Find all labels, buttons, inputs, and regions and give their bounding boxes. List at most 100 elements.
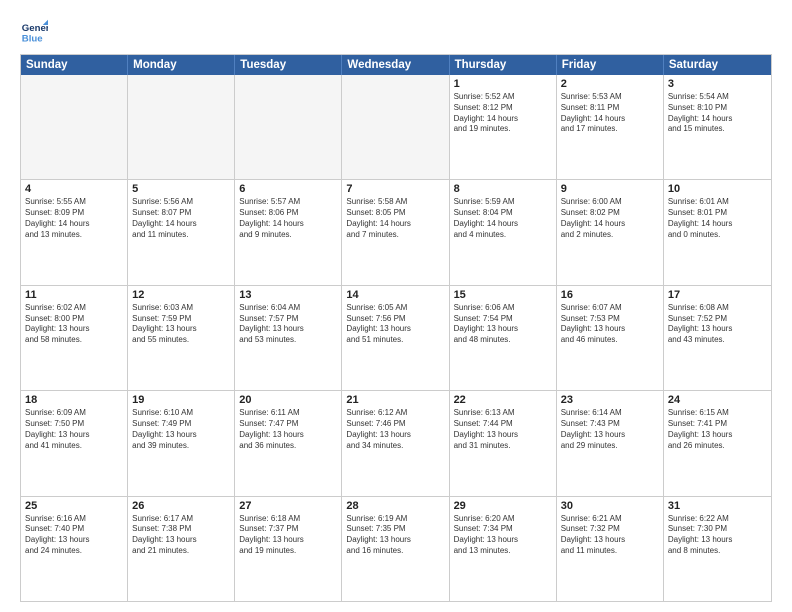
header-day-thursday: Thursday (450, 55, 557, 75)
day-cell-23: 23Sunrise: 6:14 AMSunset: 7:43 PMDayligh… (557, 391, 664, 495)
cell-text-line-2: Daylight: 14 hours (561, 114, 659, 125)
cell-text-line-2: Daylight: 13 hours (561, 535, 659, 546)
cell-text-line-2: Daylight: 13 hours (668, 324, 767, 335)
day-cell-30: 30Sunrise: 6:21 AMSunset: 7:32 PMDayligh… (557, 497, 664, 601)
cell-text-line-3: and 36 minutes. (239, 441, 337, 452)
cell-text-line-0: Sunrise: 5:59 AM (454, 197, 552, 208)
cell-text-line-1: Sunset: 7:43 PM (561, 419, 659, 430)
cell-text-line-0: Sunrise: 6:02 AM (25, 303, 123, 314)
logo-icon: General Blue (20, 18, 48, 46)
day-cell-18: 18Sunrise: 6:09 AMSunset: 7:50 PMDayligh… (21, 391, 128, 495)
cell-text-line-1: Sunset: 8:07 PM (132, 208, 230, 219)
day-number: 20 (239, 394, 337, 406)
day-number: 9 (561, 183, 659, 195)
cell-text-line-2: Daylight: 13 hours (132, 430, 230, 441)
day-cell-8: 8Sunrise: 5:59 AMSunset: 8:04 PMDaylight… (450, 180, 557, 284)
cell-text-line-2: Daylight: 13 hours (132, 324, 230, 335)
day-cell-29: 29Sunrise: 6:20 AMSunset: 7:34 PMDayligh… (450, 497, 557, 601)
cell-text-line-3: and 2 minutes. (561, 230, 659, 241)
cell-text-line-3: and 55 minutes. (132, 335, 230, 346)
cell-text-line-2: Daylight: 14 hours (561, 219, 659, 230)
cell-text-line-3: and 11 minutes. (561, 546, 659, 557)
cell-text-line-3: and 46 minutes. (561, 335, 659, 346)
day-cell-17: 17Sunrise: 6:08 AMSunset: 7:52 PMDayligh… (664, 286, 771, 390)
cell-text-line-0: Sunrise: 5:53 AM (561, 92, 659, 103)
day-number: 12 (132, 289, 230, 301)
cell-text-line-2: Daylight: 13 hours (346, 430, 444, 441)
day-number: 10 (668, 183, 767, 195)
cell-text-line-1: Sunset: 7:40 PM (25, 524, 123, 535)
cell-text-line-3: and 51 minutes. (346, 335, 444, 346)
cell-text-line-1: Sunset: 8:00 PM (25, 314, 123, 325)
cell-text-line-0: Sunrise: 6:21 AM (561, 514, 659, 525)
cell-text-line-0: Sunrise: 6:13 AM (454, 408, 552, 419)
cell-text-line-0: Sunrise: 5:52 AM (454, 92, 552, 103)
day-cell-19: 19Sunrise: 6:10 AMSunset: 7:49 PMDayligh… (128, 391, 235, 495)
cell-text-line-2: Daylight: 13 hours (561, 430, 659, 441)
cell-text-line-3: and 41 minutes. (25, 441, 123, 452)
cell-text-line-1: Sunset: 8:04 PM (454, 208, 552, 219)
cell-text-line-0: Sunrise: 6:06 AM (454, 303, 552, 314)
empty-cell (21, 75, 128, 179)
cell-text-line-0: Sunrise: 6:05 AM (346, 303, 444, 314)
cell-text-line-1: Sunset: 7:34 PM (454, 524, 552, 535)
day-cell-6: 6Sunrise: 5:57 AMSunset: 8:06 PMDaylight… (235, 180, 342, 284)
cell-text-line-2: Daylight: 13 hours (346, 535, 444, 546)
cell-text-line-1: Sunset: 7:52 PM (668, 314, 767, 325)
day-number: 21 (346, 394, 444, 406)
cell-text-line-1: Sunset: 7:50 PM (25, 419, 123, 430)
cell-text-line-2: Daylight: 13 hours (132, 535, 230, 546)
day-number: 11 (25, 289, 123, 301)
cell-text-line-3: and 0 minutes. (668, 230, 767, 241)
cell-text-line-2: Daylight: 14 hours (668, 114, 767, 125)
cell-text-line-0: Sunrise: 5:56 AM (132, 197, 230, 208)
cell-text-line-0: Sunrise: 5:58 AM (346, 197, 444, 208)
day-number: 14 (346, 289, 444, 301)
day-number: 28 (346, 500, 444, 512)
day-number: 24 (668, 394, 767, 406)
day-number: 30 (561, 500, 659, 512)
day-cell-11: 11 Sunrise: 6:02 AMSunset: 8:00 PMDayligh… (21, 286, 128, 390)
cell-text-line-3: and 9 minutes. (239, 230, 337, 241)
cell-text-line-1: Sunset: 7:38 PM (132, 524, 230, 535)
cell-text-line-0: Sunrise: 6:22 AM (668, 514, 767, 525)
empty-cell (128, 75, 235, 179)
cell-text-line-2: Daylight: 14 hours (454, 114, 552, 125)
day-number: 5 (132, 183, 230, 195)
cell-text-line-1: Sunset: 8:02 PM (561, 208, 659, 219)
cell-text-line-2: Daylight: 13 hours (25, 324, 123, 335)
header-day-friday: Friday (557, 55, 664, 75)
day-cell-7: 7Sunrise: 5:58 AMSunset: 8:05 PMDaylight… (342, 180, 449, 284)
header-day-saturday: Saturday (664, 55, 771, 75)
day-number: 13 (239, 289, 337, 301)
day-number: 8 (454, 183, 552, 195)
cell-text-line-3: and 11 minutes. (132, 230, 230, 241)
cell-text-line-0: Sunrise: 6:01 AM (668, 197, 767, 208)
cell-text-line-1: Sunset: 7:49 PM (132, 419, 230, 430)
day-number: 1 (454, 78, 552, 90)
day-number: 29 (454, 500, 552, 512)
cell-text-line-0: Sunrise: 6:09 AM (25, 408, 123, 419)
day-cell-12: 12Sunrise: 6:03 AMSunset: 7:59 PMDayligh… (128, 286, 235, 390)
cell-text-line-3: and 4 minutes. (454, 230, 552, 241)
day-number: 4 (25, 183, 123, 195)
day-cell-3: 3Sunrise: 5:54 AMSunset: 8:10 PMDaylight… (664, 75, 771, 179)
cell-text-line-0: Sunrise: 6:20 AM (454, 514, 552, 525)
day-number: 2 (561, 78, 659, 90)
day-cell-22: 22Sunrise: 6:13 AMSunset: 7:44 PMDayligh… (450, 391, 557, 495)
cell-text-line-3: and 13 minutes. (25, 230, 123, 241)
day-number: 16 (561, 289, 659, 301)
cell-text-line-1: Sunset: 7:56 PM (346, 314, 444, 325)
cell-text-line-1: Sunset: 8:09 PM (25, 208, 123, 219)
cell-text-line-0: Sunrise: 6:14 AM (561, 408, 659, 419)
calendar-body: 1Sunrise: 5:52 AMSunset: 8:12 PMDaylight… (21, 75, 771, 601)
empty-cell (342, 75, 449, 179)
cell-text-line-3: and 7 minutes. (346, 230, 444, 241)
cell-text-line-1: Sunset: 7:37 PM (239, 524, 337, 535)
cell-text-line-1: Sunset: 7:53 PM (561, 314, 659, 325)
day-cell-24: 24Sunrise: 6:15 AMSunset: 7:41 PMDayligh… (664, 391, 771, 495)
day-number: 26 (132, 500, 230, 512)
cell-text-line-2: Daylight: 13 hours (25, 535, 123, 546)
cell-text-line-2: Daylight: 13 hours (239, 535, 337, 546)
day-cell-20: 20Sunrise: 6:11 AMSunset: 7:47 PMDayligh… (235, 391, 342, 495)
